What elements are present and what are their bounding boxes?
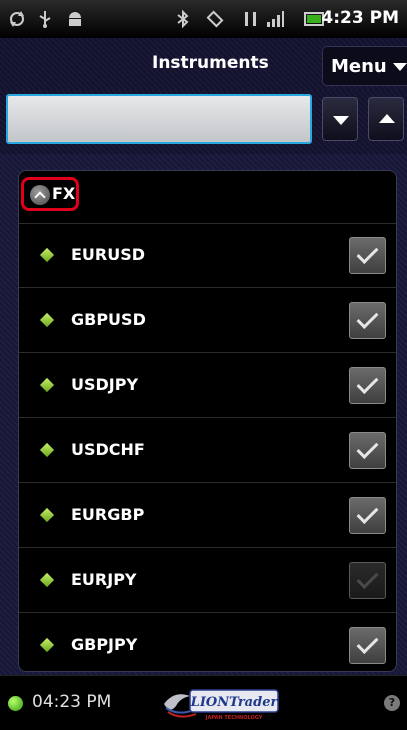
instrument-checkbox-disabled bbox=[349, 562, 386, 599]
diamond-icon bbox=[39, 312, 55, 328]
list-item[interactable]: EURGBP bbox=[19, 483, 396, 548]
search-input[interactable] bbox=[6, 94, 312, 144]
menu-label: Menu bbox=[331, 56, 387, 77]
arrow-down-icon bbox=[333, 116, 349, 125]
instrument-symbol: EURUSD bbox=[71, 245, 146, 264]
instruments-content: FX EURUSD GBPUSD USDJPY USDCHF EURGBP EU… bbox=[0, 154, 407, 675]
diamond-icon bbox=[39, 637, 55, 653]
instrument-checkbox[interactable] bbox=[349, 302, 386, 339]
instrument-symbol: EURGBP bbox=[71, 505, 145, 524]
diamond-icon bbox=[39, 247, 55, 263]
connection-status-icon bbox=[8, 696, 23, 711]
svg-text:JAPAN TECHNOLOGY: JAPAN TECHNOLOGY bbox=[205, 715, 263, 721]
instrument-checkbox[interactable] bbox=[349, 497, 386, 534]
list-item[interactable]: EURUSD bbox=[19, 223, 396, 288]
help-icon[interactable]: ? bbox=[384, 695, 400, 711]
bluetooth-icon bbox=[177, 10, 189, 28]
move-down-button[interactable] bbox=[322, 97, 358, 141]
signal-icon bbox=[267, 11, 284, 27]
instrument-checkbox[interactable] bbox=[349, 367, 386, 404]
instrument-symbol: GBPUSD bbox=[71, 310, 146, 329]
instrument-checkbox[interactable] bbox=[349, 627, 386, 664]
collapse-icon bbox=[30, 185, 50, 205]
instrument-symbol: EURJPY bbox=[71, 570, 137, 589]
diamond-icon bbox=[39, 572, 55, 588]
group-toggle-fx[interactable]: FX bbox=[21, 177, 79, 211]
instrument-checkbox[interactable] bbox=[349, 432, 386, 469]
chevron-down-icon bbox=[393, 63, 407, 71]
status-bar: 4:23 PM bbox=[0, 0, 407, 38]
list-item[interactable]: GBPUSD bbox=[19, 288, 396, 353]
group-label: FX bbox=[52, 184, 76, 203]
diamond-icon bbox=[39, 507, 55, 523]
sync-icon bbox=[10, 11, 24, 27]
liontrader-logo: LIONTrader JAPAN TECHNOLOGY bbox=[164, 689, 279, 721]
app-header: Instruments Menu bbox=[0, 38, 407, 91]
arrow-up-icon bbox=[379, 114, 395, 123]
list-item[interactable]: USDCHF bbox=[19, 418, 396, 483]
diamond-icon bbox=[39, 442, 55, 458]
list-item[interactable]: GBPJPY bbox=[19, 613, 396, 671]
footer-time: 04:23 PM bbox=[32, 692, 112, 712]
instrument-checkbox[interactable] bbox=[349, 237, 386, 274]
vibrate-icon bbox=[206, 10, 224, 28]
move-up-button[interactable] bbox=[368, 97, 404, 141]
list-item[interactable]: USDJPY bbox=[19, 353, 396, 418]
menu-button[interactable]: Menu bbox=[322, 46, 407, 86]
data-arrows-icon bbox=[245, 12, 256, 26]
android-debug-icon bbox=[69, 12, 81, 26]
page-title: Instruments bbox=[152, 53, 269, 73]
search-bar bbox=[0, 90, 407, 154]
instrument-symbol: GBPJPY bbox=[71, 635, 138, 654]
group-header-fx: FX bbox=[19, 171, 396, 224]
instrument-list: FX EURUSD GBPUSD USDJPY USDCHF EURGBP EU… bbox=[18, 170, 397, 672]
footer-bar: 04:23 PM LIONTrader JAPAN TECHNOLOGY ? bbox=[0, 675, 407, 730]
usb-icon bbox=[39, 11, 51, 28]
instrument-symbol: USDCHF bbox=[71, 440, 145, 459]
svg-text:LIONTrader: LIONTrader bbox=[190, 695, 279, 710]
diamond-icon bbox=[39, 377, 55, 393]
instrument-symbol: USDJPY bbox=[71, 375, 139, 394]
status-time: 4:23 PM bbox=[321, 8, 399, 28]
list-item[interactable]: EURJPY bbox=[19, 548, 396, 613]
